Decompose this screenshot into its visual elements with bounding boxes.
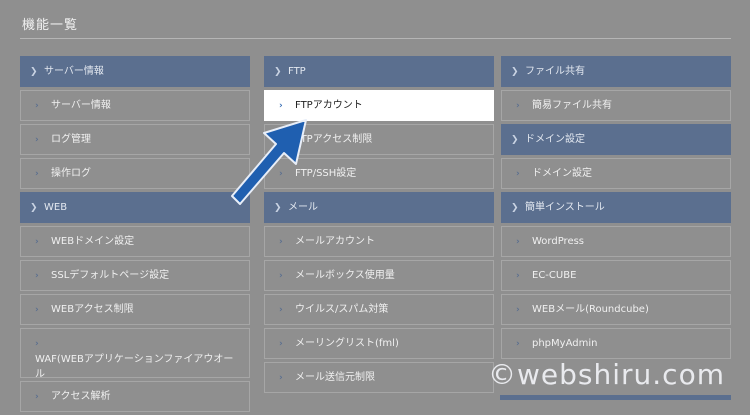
pointer-arrow-icon — [231, 119, 307, 205]
watermark: ©webshiru.com — [488, 358, 725, 391]
